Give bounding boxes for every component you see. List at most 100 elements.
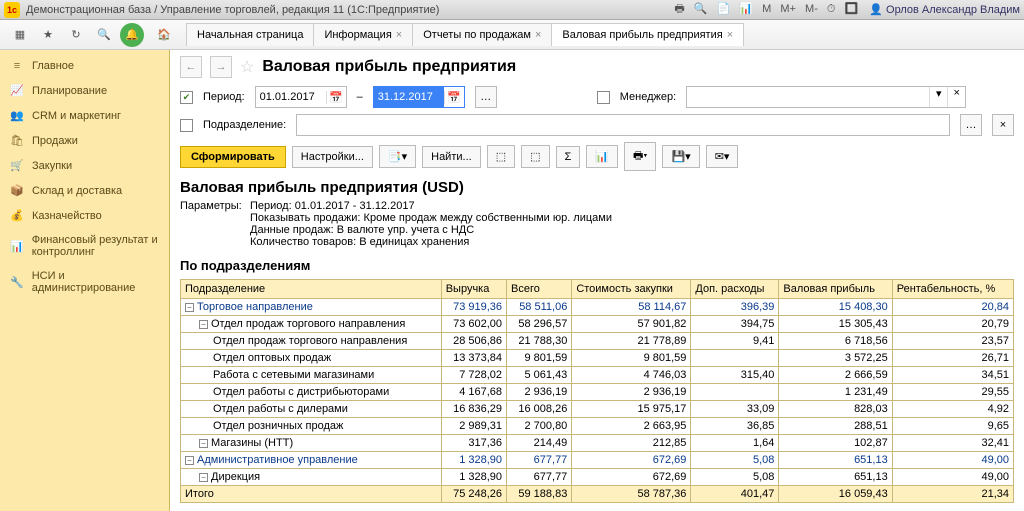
favorite-star-icon[interactable]: ☆ — [240, 57, 254, 77]
expand-icon[interactable]: − — [199, 320, 208, 329]
nav-icon: 🛒 — [10, 159, 24, 172]
toolbar-icon[interactable]: 🔲 — [845, 3, 859, 15]
save-button[interactable]: 💾▾ — [662, 145, 699, 168]
col-header: Выручка — [441, 280, 506, 299]
sidebar-item-label: Главное — [32, 60, 74, 72]
date-to-field[interactable]: 📅 — [373, 86, 465, 108]
params-label: Параметры: — [180, 200, 250, 248]
expand-icon[interactable]: − — [199, 473, 208, 482]
nav-icon: 📊 — [10, 240, 24, 253]
table-row: − Административное управление1 328,90677… — [181, 452, 1014, 469]
favorites-icon[interactable]: ★ — [36, 23, 60, 47]
home-icon[interactable]: 🏠 — [152, 23, 176, 47]
expand-icon[interactable]: − — [199, 439, 208, 448]
mail-button[interactable]: ✉▾ — [706, 145, 739, 168]
col-header: Подразделение — [181, 280, 442, 299]
tab-gross-profit[interactable]: Валовая прибыль предприятия× — [551, 23, 744, 46]
expand-icon[interactable]: − — [185, 456, 194, 465]
dept-picker-button[interactable]: … — [960, 114, 982, 136]
table-row: − Отдел продаж торгового направления73 6… — [181, 316, 1014, 333]
calendar-icon[interactable]: 📅 — [326, 91, 346, 104]
sidebar-item[interactable]: 🔧НСИ и администрирование — [0, 264, 169, 300]
generate-button[interactable]: Сформировать — [180, 146, 286, 168]
notifications-icon[interactable]: 🔔 — [120, 23, 144, 47]
apps-icon[interactable]: ▦ — [8, 23, 32, 47]
manager-checkbox[interactable] — [597, 91, 610, 104]
sidebar-item[interactable]: 📊Финансовый результат и контроллинг — [0, 228, 169, 264]
manager-label: Менеджер: — [620, 91, 676, 103]
sidebar-item-label: Продажи — [32, 135, 78, 147]
close-icon[interactable]: × — [535, 29, 541, 41]
find-button[interactable]: Найти... — [422, 146, 481, 168]
col-header: Валовая прибыль — [779, 280, 892, 299]
table-row: Отдел работы с дистрибьюторами4 167,682 … — [181, 384, 1014, 401]
sum-button[interactable]: Σ — [556, 146, 581, 168]
table-row: Отдел оптовых продаж13 373,849 801,599 8… — [181, 350, 1014, 367]
history-icon[interactable]: ↻ — [64, 23, 88, 47]
print-button[interactable]: 🖶▾ — [624, 142, 656, 171]
sidebar-item-label: НСИ и администрирование — [32, 270, 159, 294]
tab-info[interactable]: Информация× — [313, 23, 413, 46]
current-user[interactable]: 👤 Орлов Александр Владим — [869, 3, 1020, 16]
page-title: Валовая прибыль предприятия — [262, 58, 516, 76]
toolbar-icon[interactable]: M — [762, 3, 771, 15]
clear-icon[interactable]: × — [947, 87, 965, 107]
toolbar-icon[interactable]: 🖶 — [674, 3, 684, 15]
toolbar-icon[interactable]: 📊 — [739, 3, 753, 15]
params-block: Период: 01.01.2017 - 31.12.2017Показыват… — [250, 200, 612, 248]
sidebar-item[interactable]: 📦Склад и доставка — [0, 178, 169, 203]
nav-icon: 👥 — [10, 109, 24, 122]
expand-icon[interactable]: − — [185, 303, 194, 312]
dept-input[interactable] — [296, 114, 950, 136]
toolbar-icon[interactable]: 🔍 — [694, 3, 708, 15]
date-to-input[interactable] — [374, 87, 444, 107]
col-header: Всего — [507, 280, 572, 299]
period-picker-button[interactable]: … — [475, 86, 497, 108]
sidebar-item-label: Планирование — [32, 85, 107, 97]
col-header: Доп. расходы — [691, 280, 779, 299]
sidebar-item[interactable]: 🛍 Продажи — [0, 128, 169, 153]
search-icon[interactable]: 🔍 — [92, 23, 116, 47]
expand-button[interactable]: ⬚ — [487, 145, 515, 168]
toolbar-icon[interactable]: M- — [805, 3, 818, 15]
toolbar-icon[interactable]: M+ — [780, 3, 796, 15]
sidebar-item[interactable]: 👥CRM и маркетинг — [0, 103, 169, 128]
dept-label: Подразделение: — [203, 119, 286, 131]
toolbar-icon[interactable]: 📄 — [717, 3, 731, 15]
toolbar-icon[interactable]: ⏱ — [827, 3, 836, 15]
app-logo: 1c — [4, 2, 20, 18]
nav-icon: 📦 — [10, 184, 24, 197]
close-icon[interactable]: × — [727, 29, 733, 41]
sidebar-item[interactable]: 📈 Планирование — [0, 78, 169, 103]
col-header: Рентабельность, % — [892, 280, 1013, 299]
nav-icon: 📈 — [10, 84, 24, 97]
table-row: Отдел продаж торгового направления28 506… — [181, 333, 1014, 350]
date-from-input[interactable] — [256, 87, 326, 107]
variants-button[interactable]: 📑▾ — [379, 145, 416, 168]
nav-back[interactable]: ← — [180, 56, 202, 78]
collapse-button[interactable]: ⬚ — [521, 145, 549, 168]
dropdown-icon[interactable]: ▾ — [929, 87, 947, 107]
col-header: Стоимость закупки — [572, 280, 691, 299]
period-checkbox[interactable]: ✔ — [180, 91, 193, 104]
dept-checkbox[interactable] — [180, 119, 193, 132]
nav-icon: ≡ — [10, 60, 24, 72]
sidebar-item[interactable]: 💰Казначейство — [0, 203, 169, 228]
sidebar-item[interactable]: 🛒Закупки — [0, 153, 169, 178]
close-icon[interactable]: × — [396, 29, 402, 41]
settings-button[interactable]: Настройки... — [292, 146, 373, 168]
tab-sales-reports[interactable]: Отчеты по продажам× — [412, 23, 552, 46]
tab-start[interactable]: Начальная страница — [186, 23, 314, 46]
calendar-icon[interactable]: 📅 — [444, 91, 464, 104]
date-from-field[interactable]: 📅 — [255, 86, 347, 108]
chart-button[interactable]: 📊 — [586, 145, 618, 168]
sidebar-item[interactable]: ≡ Главное — [0, 54, 169, 78]
nav-fwd[interactable]: → — [210, 56, 232, 78]
table-row: − Дирекция1 328,90677,77672,695,08651,13… — [181, 469, 1014, 486]
nav-icon: 🛍 — [10, 134, 24, 147]
table-row: − Магазины (НТТ)317,36214,49212,851,6410… — [181, 435, 1014, 452]
manager-input[interactable] — [687, 87, 929, 107]
manager-field[interactable]: ▾ × — [686, 86, 966, 108]
table-row: − Торговое направление73 919,3658 511,06… — [181, 299, 1014, 316]
dept-clear-button[interactable]: × — [992, 114, 1014, 136]
